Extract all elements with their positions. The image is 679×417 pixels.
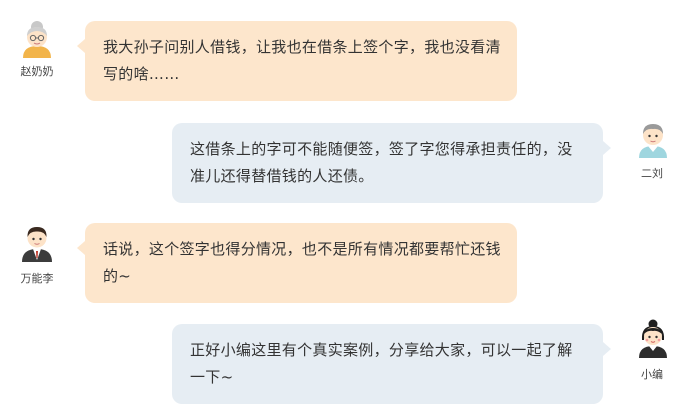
message-bubble: 我大孙子问别人借钱，让我也在借条上签个字，我也没看清写的啥…… [77,21,517,101]
editor-girl-avatar-icon [633,318,673,358]
lawyer-avatar-icon [17,222,57,262]
message-bubble: 这借条上的字可不能随便签，签了字您得承担责任的，没准儿还得替借钱的人还债。 [172,123,611,203]
speaker-name: 二刘 [641,167,663,180]
message-bubble: 话说，这个签字也得分情况，也不是所有情况都要帮忙还钱的~ [77,223,517,303]
speaker-name: 小编 [641,368,663,381]
message-bubble: 正好小编这里有个真实案例，分享给大家，可以一起了解一下~ [172,324,611,404]
grandma-avatar-icon [17,18,57,58]
young-man-avatar-icon [633,118,673,158]
speaker-name: 万能李 [20,272,54,285]
speaker-name: 赵奶奶 [20,65,54,78]
